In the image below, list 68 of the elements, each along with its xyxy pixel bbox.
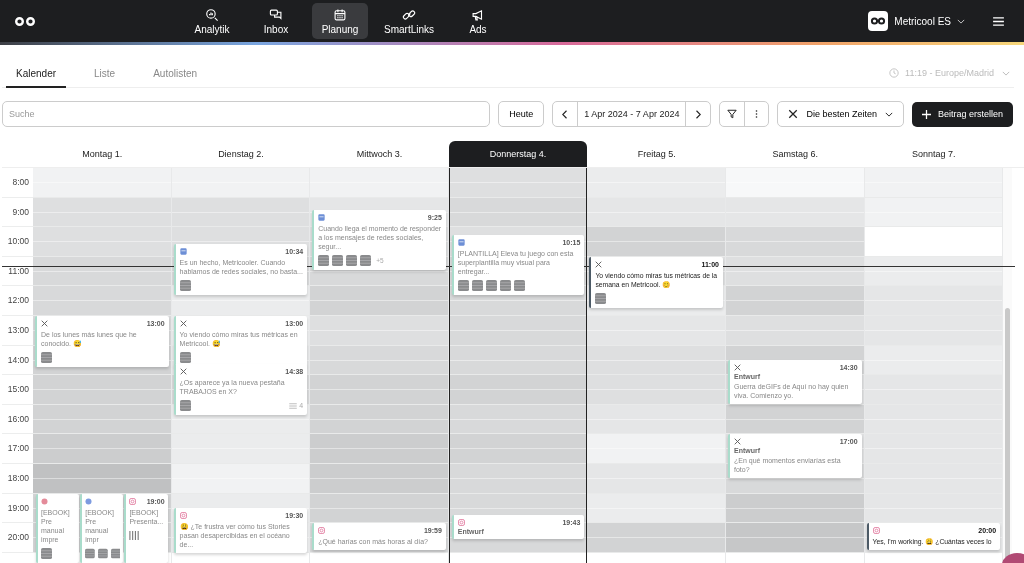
day-header: Montag 1. [81, 148, 124, 161]
linkedin-icon [457, 238, 465, 246]
today-button[interactable]: Heute [498, 101, 545, 127]
instagram-icon [179, 512, 187, 520]
hour-label: 12:00 [7, 295, 29, 306]
instagram-icon [129, 497, 137, 505]
x-icon [41, 320, 48, 327]
day-header: Freitag 5. [636, 148, 677, 161]
timezone-label: 11:19 - Europe/Madrid [905, 68, 994, 78]
hour-label: 9:00 [12, 206, 29, 217]
hour-label: 15:00 [7, 384, 29, 395]
day-header: Dienstag 2. [217, 148, 265, 161]
x-icon [179, 368, 187, 376]
x-icon [595, 260, 603, 268]
linkedin-icon [318, 213, 326, 221]
nav-tab[interactable]: Inbox [248, 3, 304, 39]
hour-label: 20:00 [7, 532, 29, 543]
analytics-icon [205, 7, 219, 22]
x-icon [733, 364, 741, 372]
instagram-icon [457, 518, 465, 526]
link-icon [402, 7, 416, 22]
chevron-right-icon [695, 109, 702, 119]
caret-icon[interactable] [957, 18, 965, 24]
hour-label: 13:00 [7, 324, 29, 335]
hour-label: 19:00 [7, 502, 29, 513]
chevron-left-icon [562, 109, 569, 119]
nav-tab[interactable]: Analytik [184, 3, 240, 39]
calendar-icon [333, 7, 347, 22]
hour-label: 17:00 [7, 443, 29, 454]
plus-icon [921, 109, 931, 119]
instagram-icon [872, 527, 880, 535]
hour-label: 18:00 [7, 472, 29, 483]
linkedin-icon [179, 247, 187, 255]
caret-icon [884, 111, 893, 117]
view-tab[interactable]: Liste [84, 58, 126, 88]
account-menu[interactable]: Metricool ES [894, 15, 951, 27]
nav-tab[interactable]: Ads [450, 3, 506, 39]
day-header: Mittwoch 3. [355, 148, 404, 161]
search-field[interactable]: Suche [2, 101, 491, 127]
date-range[interactable]: 1 Apr 2024 - 7 Apr 2024 [577, 102, 687, 126]
hour-label: 11:00 [8, 265, 29, 276]
hour-label: 10:00 [7, 236, 29, 247]
day-header: Donnerstag 4. [448, 141, 588, 167]
x-icon [788, 109, 799, 119]
hour-label: 8:00 [12, 177, 29, 187]
brand-logo-icon [868, 11, 889, 31]
create-post-button[interactable]: Beitrag erstellen [911, 101, 1013, 127]
pinterest-icon [41, 497, 48, 505]
menu-icon[interactable] [993, 16, 1004, 26]
inbox-icon [269, 7, 283, 22]
clock-icon [889, 68, 900, 78]
day-header: Sonntag 7. [911, 148, 957, 161]
facebook-icon [85, 497, 93, 505]
megaphone-icon [471, 7, 485, 22]
hour-label: 14:00 [7, 354, 29, 365]
best-times-dropdown[interactable]: Die besten Zeiten [777, 101, 904, 127]
view-tab[interactable]: Autolisten [143, 58, 208, 88]
x-icon [179, 320, 187, 327]
more-icon [755, 109, 759, 119]
filter-icon [727, 109, 738, 119]
x-icon [733, 438, 741, 446]
view-tab[interactable]: Kalender [6, 58, 67, 88]
day-header: Samstag 6. [771, 148, 820, 161]
logo-icon[interactable] [14, 15, 36, 27]
hour-label: 16:00 [7, 413, 29, 424]
nav-tab[interactable]: SmartLinks [376, 3, 442, 39]
instagram-icon [318, 526, 326, 534]
nav-tab[interactable]: Planung [312, 3, 368, 39]
